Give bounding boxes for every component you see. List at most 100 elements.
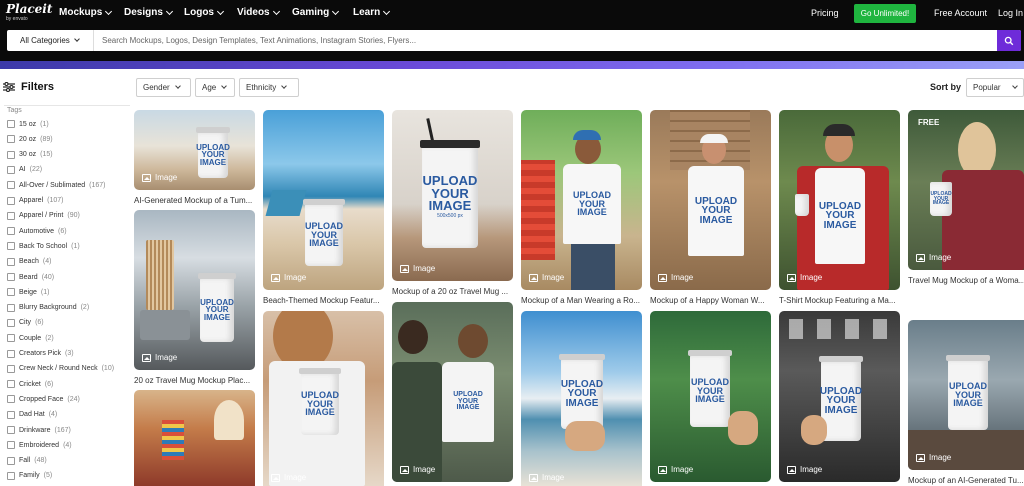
tag-filter-item[interactable]: Apparel / Print (90) (7, 211, 80, 220)
tag-filter-item[interactable]: Apparel (107) (7, 196, 63, 205)
nav-mockups[interactable]: Mockups (59, 7, 113, 18)
mockup-card-woman-mug[interactable]: FREE UPLOAD YOUR IMAGE Image (908, 110, 1024, 270)
sort-dropdown[interactable]: Popular (966, 78, 1024, 97)
tag-filter-item[interactable]: Back To School (1) (7, 242, 80, 251)
tag-filter-item[interactable]: 20 oz (89) (7, 135, 53, 144)
tag-checkbox[interactable] (7, 426, 15, 434)
card-caption[interactable]: Mockup of a 20 oz Travel Mug ... (392, 287, 512, 296)
hand (565, 421, 605, 451)
nav-videos[interactable]: Videos (237, 7, 280, 18)
image-icon (142, 173, 151, 182)
tag-label: 15 oz (19, 120, 37, 128)
tag-filter-item[interactable]: Creators Pick (3) (7, 349, 74, 358)
nav-logos[interactable]: Logos (184, 7, 225, 18)
mockup-card-man-jacket[interactable]: UPLOAD YOUR IMAGE Image (779, 110, 900, 290)
mockup-card-tumbler-beach[interactable]: UPLOAD YOUR IMAGE Image (134, 110, 255, 190)
card-caption[interactable]: Mockup of a Happy Woman W... (650, 296, 770, 305)
upload-text: UPLOAD YOUR IMAGE (949, 381, 987, 409)
free-account-link[interactable]: Free Account (934, 8, 987, 18)
gender-dropdown[interactable]: Gender (136, 78, 191, 97)
mockup-card-couple-tshirt[interactable]: UPLOAD YOUR IMAGE Image (392, 302, 513, 482)
nav-learn[interactable]: Learn (353, 7, 391, 18)
tag-checkbox[interactable] (7, 471, 15, 480)
tag-checkbox[interactable] (7, 288, 15, 297)
tag-checkbox[interactable] (7, 318, 15, 327)
card-caption[interactable]: Beach-Themed Mockup Featur... (263, 296, 383, 305)
tag-checkbox[interactable] (7, 150, 15, 159)
search-input[interactable] (94, 30, 997, 51)
mockup-card-woman-tumbler[interactable]: UPLOAD YOUR IMAGE Image (263, 311, 384, 486)
tag-checkbox[interactable] (7, 165, 15, 174)
tag-filter-item[interactable]: Beach (4) (7, 257, 51, 266)
tag-filter-item[interactable]: 30 oz (15) (7, 150, 53, 159)
tag-checkbox[interactable] (7, 303, 15, 312)
nav-designs[interactable]: Designs (124, 7, 173, 18)
mockup-card-happy-woman[interactable]: UPLOAD YOUR IMAGE Image (650, 110, 771, 290)
tag-checkbox[interactable] (7, 120, 15, 128)
category-select[interactable]: All Categories (7, 30, 94, 51)
mockup-card-man-tshirt[interactable]: UPLOAD YOUR IMAGE Image (521, 110, 642, 290)
tag-checkbox[interactable] (7, 211, 15, 220)
tag-filter-item[interactable]: Beige (1) (7, 288, 49, 297)
tag-checkbox[interactable] (7, 349, 15, 358)
table-surface (908, 430, 1024, 470)
card-caption[interactable]: 20 oz Travel Mug Mockup Plac... (134, 376, 254, 385)
card-caption[interactable]: Travel Mug Mockup of a Woma... (908, 276, 1024, 285)
card-caption[interactable]: Mockup of an AI-Generated Tu... (908, 476, 1024, 485)
tag-checkbox[interactable] (7, 242, 15, 251)
mockup-card-ai-tumbler[interactable]: UPLOAD YOUR IMAGE Image (908, 320, 1024, 470)
tag-checkbox[interactable] (7, 196, 15, 205)
tag-checkbox[interactable] (7, 181, 15, 190)
tags-title: Tags (7, 107, 22, 114)
tag-checkbox[interactable] (7, 364, 15, 373)
placeit-logo[interactable]: Placeit by envato (6, 3, 52, 25)
mockup-card-tumbler-plants[interactable]: UPLOAD YOUR IMAGE Image (650, 311, 771, 482)
tag-filter-item[interactable]: Couple (2) (7, 334, 54, 343)
go-unlimited-button[interactable]: Go Unlimited! (854, 4, 916, 23)
tag-filter-item[interactable]: Family (5) (7, 471, 52, 480)
card-caption[interactable]: Mockup of a Man Wearing a Ro... (521, 296, 641, 305)
card-caption[interactable]: AI-Generated Mockup of a Tum... (134, 196, 254, 205)
tag-checkbox[interactable] (7, 273, 15, 281)
filters-header[interactable]: Filters (3, 81, 54, 93)
tag-checkbox[interactable] (7, 227, 15, 236)
tag-filter-item[interactable]: Crew Neck / Round Neck (10) (7, 364, 114, 373)
mockup-card-20oz-travel-mug[interactable]: UPLOAD YOUR IMAGE 500x500 px Image (392, 110, 513, 281)
login-link[interactable]: Log In (998, 8, 1023, 18)
image-badge: Image (916, 253, 951, 262)
tag-checkbox[interactable] (7, 334, 15, 343)
age-dropdown[interactable]: Age (195, 78, 235, 97)
mockup-card-tumbler-sea[interactable]: UPLOAD YOUR IMAGE Image (521, 311, 642, 486)
mockup-card-tumbler-gym[interactable]: UPLOAD YOUR IMAGE Image (779, 311, 900, 482)
mockup-card-room[interactable] (134, 390, 255, 486)
nav-pricing[interactable]: Pricing (811, 8, 839, 18)
tag-filter-item[interactable]: Cricket (6) (7, 380, 53, 389)
tag-filter-item[interactable]: Cropped Face (24) (7, 395, 80, 404)
tag-checkbox[interactable] (7, 410, 15, 419)
tag-checkbox[interactable] (7, 456, 15, 465)
tag-filter-item[interactable]: Embroidered (4) (7, 441, 72, 450)
tag-filter-item[interactable]: Automotive (6) (7, 227, 67, 236)
tag-filter-item[interactable]: All-Over / Sublimated (167) (7, 181, 105, 190)
tag-checkbox[interactable] (7, 441, 15, 450)
tag-checkbox[interactable] (7, 380, 15, 389)
tag-checkbox[interactable] (7, 135, 15, 144)
tag-filter-item[interactable]: AI (22) (7, 165, 42, 174)
tag-checkbox[interactable] (7, 257, 15, 266)
tag-checkbox[interactable] (7, 395, 15, 404)
tag-filter-item[interactable]: Beard (40) (7, 273, 54, 281)
mockup-card-travel-mug-kitchen[interactable]: UPLOAD YOUR IMAGE Image (134, 210, 255, 370)
tag-filter-item[interactable]: Dad Hat (4) (7, 410, 57, 419)
tag-filter-item[interactable]: Fall (48) (7, 456, 47, 465)
tag-filter-item[interactable]: 15 oz (1) (7, 120, 49, 128)
tag-filter-item[interactable]: Blurry Background (2) (7, 303, 89, 312)
mockup-card-beach-tumbler[interactable]: UPLOAD YOUR IMAGE Image (263, 110, 384, 290)
tag-filter-item[interactable]: City (6) (7, 318, 44, 327)
tag-filter-item[interactable]: Drinkware (167) (7, 426, 71, 434)
tumbler-mockup: UPLOAD YOUR IMAGE (196, 127, 230, 178)
card-caption[interactable]: T-Shirt Mockup Featuring a Ma... (779, 296, 899, 305)
ethnicity-dropdown[interactable]: Ethnicity (239, 78, 299, 97)
nav-gaming[interactable]: Gaming (292, 7, 340, 18)
upload-text: UPLOAD YOUR IMAGE (301, 390, 339, 418)
search-button[interactable] (997, 30, 1021, 51)
